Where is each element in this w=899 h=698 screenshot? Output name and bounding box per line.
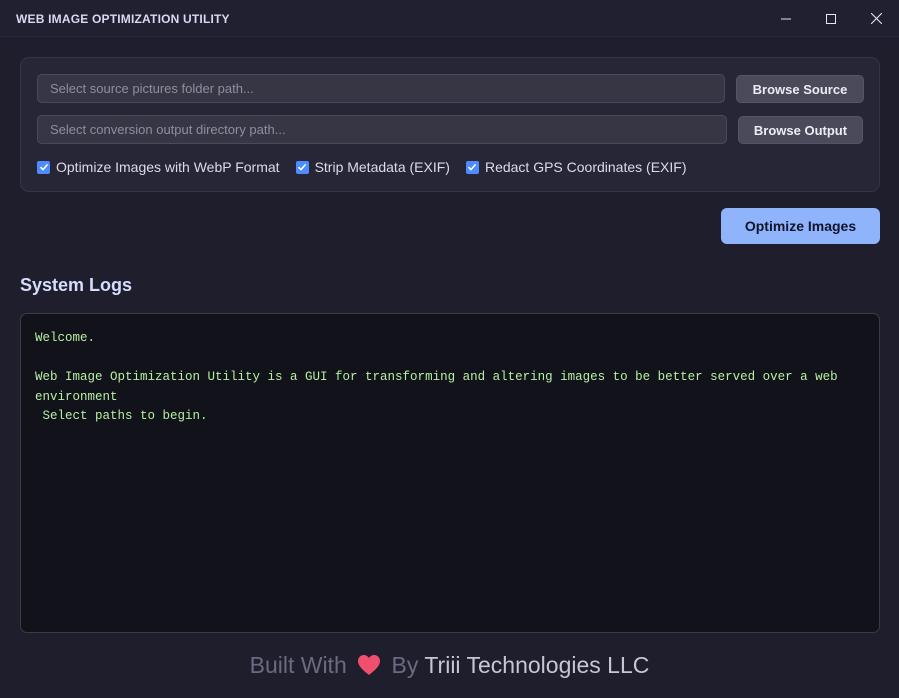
title-bar: WEB IMAGE OPTIMIZATION UTILITY [0, 0, 899, 37]
log-line: Web Image Optimization Utility is a GUI … [35, 370, 846, 404]
strip-metadata-checkbox[interactable] [295, 160, 309, 174]
redact-gps-label: Redact GPS Coordinates (EXIF) [484, 159, 687, 175]
redact-gps-option[interactable]: Redact GPS Coordinates (EXIF) [465, 159, 687, 175]
browse-output-button[interactable]: Browse Output [738, 116, 863, 144]
redact-gps-checkbox[interactable] [465, 160, 479, 174]
built-with-text: Built With [249, 652, 347, 678]
by-text: By [391, 652, 419, 678]
source-folder-input[interactable] [37, 74, 725, 103]
minimize-button[interactable] [763, 0, 809, 37]
close-button[interactable] [853, 0, 899, 37]
webp-checkbox[interactable] [37, 160, 50, 174]
checkmark-icon [39, 163, 48, 171]
heart-icon [357, 654, 381, 682]
checkmark-icon [298, 163, 307, 171]
window-title: WEB IMAGE OPTIMIZATION UTILITY [16, 12, 230, 26]
output-directory-input[interactable] [37, 115, 727, 144]
browse-source-button[interactable]: Browse Source [736, 75, 864, 103]
optimize-images-button[interactable]: Optimize Images [721, 208, 880, 244]
close-icon [870, 13, 882, 24]
company-name: Triii Technologies LLC [424, 652, 650, 678]
log-line: Welcome. [35, 331, 96, 345]
checkmark-icon [468, 163, 477, 171]
system-logs-console[interactable]: Welcome. Web Image Optimization Utility … [20, 313, 880, 633]
strip-metadata-option[interactable]: Strip Metadata (EXIF) [295, 159, 450, 175]
log-line: Select paths to begin. [35, 409, 208, 423]
options-row: Optimize Images with WebP Format Strip M… [37, 158, 702, 176]
webp-option[interactable]: Optimize Images with WebP Format [37, 159, 280, 175]
settings-panel: Browse Source Browse Output Optimize Ima… [20, 57, 880, 192]
maximize-button[interactable] [808, 0, 854, 37]
strip-metadata-label: Strip Metadata (EXIF) [314, 159, 450, 175]
webp-option-label: Optimize Images with WebP Format [56, 159, 280, 175]
maximize-icon [826, 13, 836, 24]
system-logs-heading: System Logs [20, 275, 133, 295]
app-window: WEB IMAGE OPTIMIZATION UTILITY Browse So… [0, 0, 899, 698]
footer-credit: Built With By Triii Technologies LLC [0, 652, 899, 682]
minimize-icon [781, 18, 791, 19]
